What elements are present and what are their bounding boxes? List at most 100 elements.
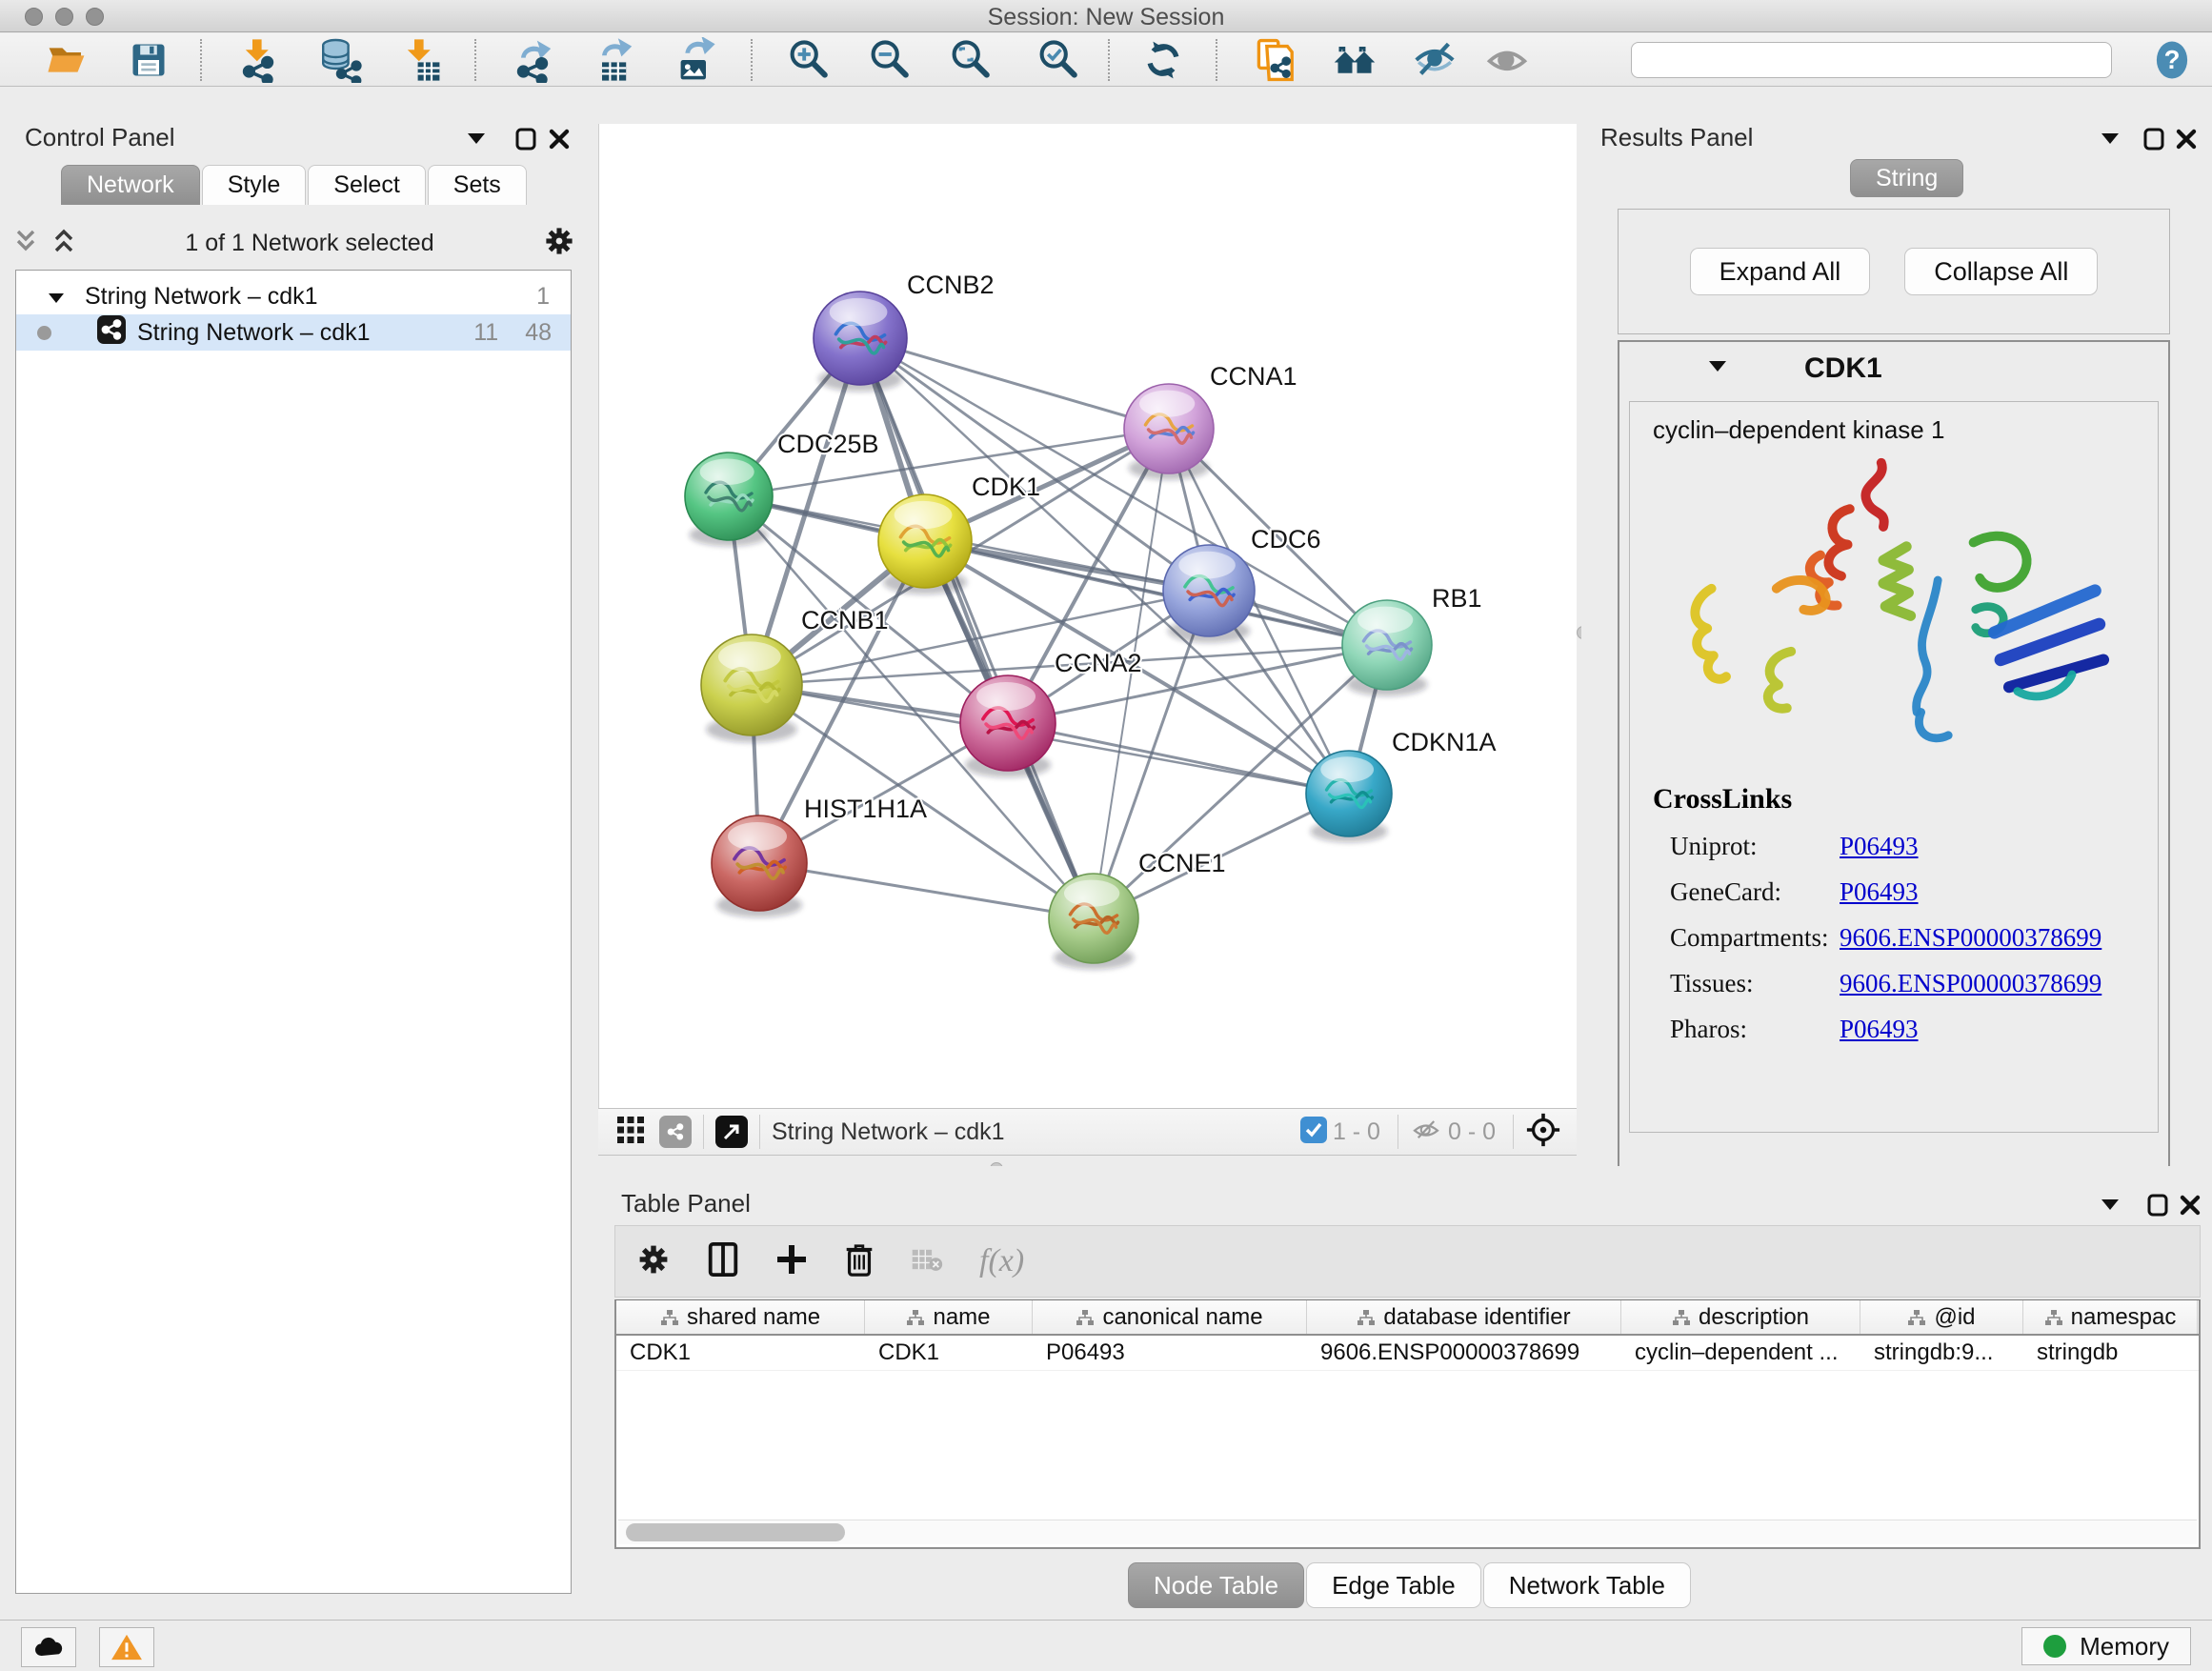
table-menu-icon[interactable] bbox=[2096, 1191, 2124, 1219]
zoom-fit-icon[interactable] bbox=[944, 35, 997, 85]
panel-close-icon[interactable] bbox=[545, 125, 573, 153]
table-cell[interactable]: CDK1 bbox=[865, 1336, 1033, 1370]
help-icon[interactable]: ? bbox=[2145, 35, 2199, 85]
open-in-window-icon[interactable] bbox=[715, 1116, 748, 1148]
create-column-icon[interactable] bbox=[775, 1243, 808, 1280]
refresh-view-icon[interactable] bbox=[1136, 35, 1190, 85]
network-node-CCNB2[interactable]: CCNB2 bbox=[814, 271, 995, 392]
collapse-all-button[interactable]: Collapse All bbox=[1904, 248, 2098, 295]
home-icon[interactable] bbox=[1328, 35, 1381, 85]
expand-all-button[interactable]: Expand All bbox=[1690, 248, 1871, 295]
table-cell[interactable]: 9606.ENSP00000378699 bbox=[1307, 1336, 1621, 1370]
protein-result-card: CDK1 cyclin–dependent kinase 1 CrossLink… bbox=[1618, 340, 2170, 1177]
scrollbar-thumb[interactable] bbox=[626, 1523, 845, 1541]
search-input[interactable] bbox=[1631, 42, 2112, 78]
tab-sets[interactable]: Sets bbox=[428, 165, 527, 205]
import-table-icon[interactable] bbox=[393, 35, 447, 85]
export-image-icon[interactable] bbox=[668, 35, 721, 85]
column-header-canonical-name[interactable]: canonical name bbox=[1033, 1300, 1307, 1334]
table-cell[interactable]: stringdb:9... bbox=[1860, 1336, 2023, 1370]
table-row[interactable]: CDK1CDK1P064939606.ENSP00000378699cyclin… bbox=[616, 1336, 2199, 1371]
network-node-CCNA1[interactable]: CCNA1 bbox=[1124, 362, 1297, 480]
node-table[interactable]: shared namenamecanonical namedatabase id… bbox=[614, 1299, 2201, 1549]
collection-expander-icon[interactable] bbox=[49, 283, 64, 311]
table-cell[interactable]: cyclin–dependent ... bbox=[1621, 1336, 1860, 1370]
tab-node-table[interactable]: Node Table bbox=[1128, 1562, 1304, 1608]
column-header-namespac[interactable]: namespac bbox=[2023, 1300, 2198, 1334]
network-row-selected[interactable]: String Network – cdk1 11 48 bbox=[16, 314, 571, 351]
panel-float-icon[interactable] bbox=[512, 125, 540, 153]
crosslink-link[interactable]: P06493 bbox=[1840, 877, 1919, 907]
column-header-name[interactable]: name bbox=[865, 1300, 1033, 1334]
crosslink-link[interactable]: 9606.ENSP00000378699 bbox=[1840, 923, 2101, 953]
column-header-shared-name[interactable]: shared name bbox=[616, 1300, 865, 1334]
network-node-CDKN1A[interactable]: CDKN1A bbox=[1306, 728, 1497, 842]
crosslink-row: Tissues:9606.ENSP00000378699 bbox=[1653, 969, 2101, 998]
import-network-icon[interactable] bbox=[231, 35, 285, 85]
network-edge-CCNA2-CDKN1A[interactable] bbox=[1008, 723, 1349, 794]
zoom-selected-icon[interactable] bbox=[1032, 35, 1085, 85]
results-close-icon[interactable] bbox=[2172, 125, 2201, 153]
network-share-badge-icon[interactable] bbox=[659, 1116, 692, 1148]
network-edge-CCNB2-RB1[interactable] bbox=[860, 338, 1387, 645]
results-tab-string[interactable]: String bbox=[1850, 159, 1963, 197]
protein-card-header[interactable]: CDK1 bbox=[1619, 342, 2168, 395]
show-all-eye-icon[interactable] bbox=[1480, 35, 1534, 85]
grid-view-icon[interactable] bbox=[615, 1115, 646, 1150]
results-float-icon[interactable] bbox=[2140, 125, 2168, 153]
table-options-gear-icon[interactable] bbox=[636, 1242, 671, 1281]
zoom-out-icon[interactable] bbox=[863, 35, 916, 85]
tab-style[interactable]: Style bbox=[202, 165, 307, 205]
clone-network-icon[interactable] bbox=[1247, 35, 1300, 85]
open-session-icon[interactable] bbox=[40, 35, 93, 85]
export-table-icon[interactable] bbox=[587, 35, 640, 85]
selected-checkbox-icon[interactable] bbox=[1300, 1117, 1327, 1148]
panel-menu-icon[interactable] bbox=[462, 125, 491, 153]
network-collection-row[interactable]: String Network – cdk1 1 bbox=[16, 278, 571, 314]
tab-network[interactable]: Network bbox=[61, 165, 200, 205]
save-session-icon[interactable] bbox=[122, 35, 175, 85]
network-node-count: 11 bbox=[473, 319, 498, 347]
tab-network-table[interactable]: Network Table bbox=[1483, 1562, 1691, 1608]
export-network-icon[interactable] bbox=[506, 35, 559, 85]
network-options-gear-icon[interactable] bbox=[543, 225, 575, 262]
show-columns-icon[interactable] bbox=[707, 1241, 739, 1282]
birdseye-crosshair-icon[interactable] bbox=[1525, 1112, 1561, 1153]
collapse-all-icon[interactable] bbox=[13, 228, 38, 259]
network-edge-HIST1H1A-CCNE1[interactable] bbox=[759, 863, 1094, 918]
hidden-eye-icon[interactable] bbox=[1410, 1116, 1442, 1149]
network-node-CCNB1[interactable]: CCNB1 bbox=[701, 606, 889, 742]
delete-column-trash-icon[interactable] bbox=[844, 1241, 875, 1282]
network-edge-CCNB2-CCNA1[interactable] bbox=[860, 338, 1169, 429]
table-cell[interactable]: stringdb bbox=[2023, 1336, 2198, 1370]
memory-button[interactable]: Memory bbox=[2021, 1627, 2191, 1665]
table-cell[interactable]: CDK1 bbox=[616, 1336, 865, 1370]
column-header-database-identifier[interactable]: database identifier bbox=[1307, 1300, 1621, 1334]
results-menu-icon[interactable] bbox=[2096, 125, 2124, 153]
network-node-CDK1[interactable]: CDK1 bbox=[878, 473, 1040, 594]
network-node-CCNE1[interactable]: CCNE1 bbox=[1049, 849, 1226, 970]
tab-select[interactable]: Select bbox=[308, 165, 425, 205]
network-view-canvas[interactable]: CCNB2CCNA1CDC25BCDK1CDC6RB1CCNB1CCNA2CDK… bbox=[598, 124, 1577, 1108]
table-horizontal-scrollbar[interactable] bbox=[618, 1520, 2197, 1544]
string-network-icon bbox=[97, 315, 126, 351]
hide-selected-eye-icon[interactable] bbox=[1408, 35, 1461, 85]
network-edge-CDK1-RB1[interactable] bbox=[925, 541, 1387, 645]
column-header-@id[interactable]: @id bbox=[1860, 1300, 2023, 1334]
table-float-icon[interactable] bbox=[2143, 1191, 2172, 1219]
crosslink-link[interactable]: P06493 bbox=[1840, 832, 1919, 861]
table-close-icon[interactable] bbox=[2176, 1191, 2204, 1219]
import-network-from-database-icon[interactable] bbox=[312, 35, 366, 85]
zoom-in-icon[interactable] bbox=[782, 35, 835, 85]
cloud-status-button[interactable] bbox=[21, 1627, 76, 1667]
warning-status-button[interactable] bbox=[99, 1627, 154, 1667]
network-node-HIST1H1A[interactable]: HIST1H1A bbox=[712, 795, 927, 917]
crosslink-link[interactable]: P06493 bbox=[1840, 1015, 1919, 1044]
crosslink-link[interactable]: 9606.ENSP00000378699 bbox=[1840, 969, 2101, 998]
column-header-description[interactable]: description bbox=[1621, 1300, 1860, 1334]
tab-edge-table[interactable]: Edge Table bbox=[1306, 1562, 1481, 1608]
collapse-entry-icon[interactable] bbox=[1709, 360, 1726, 377]
table-cell[interactable]: P06493 bbox=[1033, 1336, 1307, 1370]
network-node-RB1[interactable]: RB1 bbox=[1342, 584, 1482, 696]
expand-all-icon[interactable] bbox=[51, 228, 76, 259]
